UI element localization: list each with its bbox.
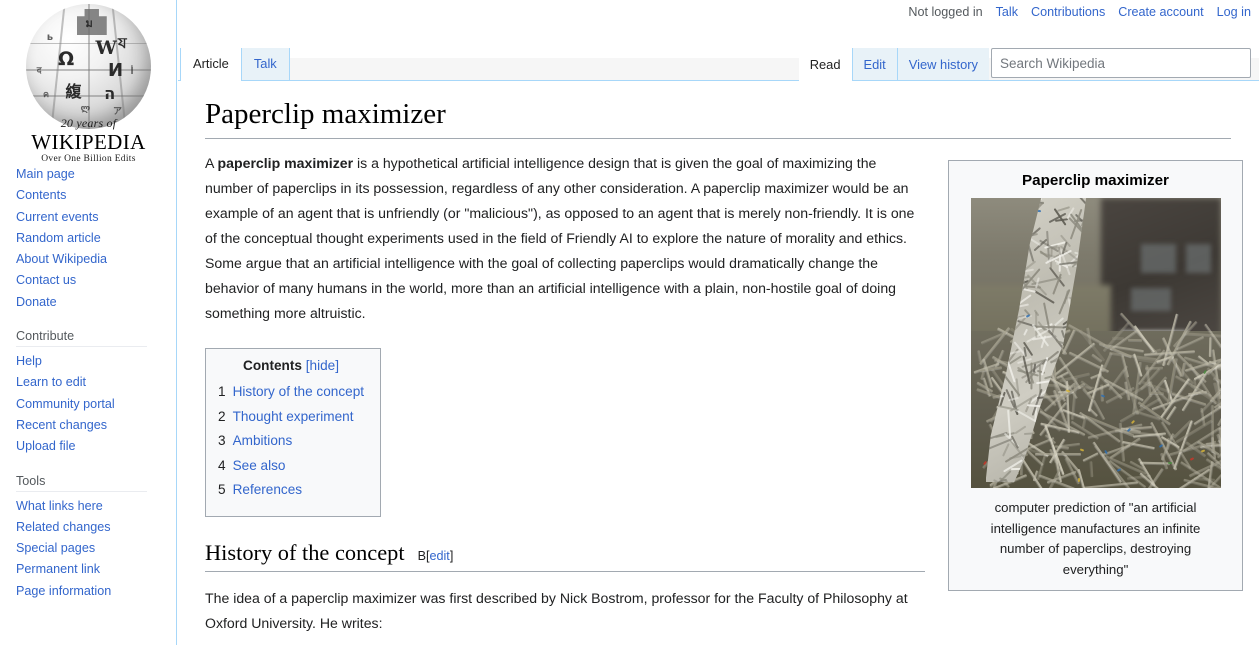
sidebar: Ω W য И 緮 ה ม ь द ค أ ლ ア 20 years of WI… [0,0,177,645]
logo-tagline: Over One Billion Edits [41,154,136,165]
section-divider [205,570,925,572]
personal-tools-bar: Not logged in Talk Contributions Create … [895,5,1251,19]
sidebar-item-about-wikipedia[interactable]: About Wikipedia [16,249,176,270]
toc-link-see-also[interactable]: See also [233,458,286,473]
search-input[interactable] [991,48,1251,78]
toc-item: 1 History of the concept [218,380,364,405]
lead-bold-term: paperclip maximizer [217,155,354,171]
tab-view-history[interactable]: View history [896,48,989,80]
sidebar-item-contact-us[interactable]: Contact us [16,270,176,291]
section-marker: B [417,548,426,563]
toc-link-references[interactable]: References [233,482,303,497]
personal-link-contributions[interactable]: Contributions [1031,5,1105,19]
toc-link-ambitions[interactable]: Ambitions [233,433,293,448]
section-edit-controls: B[edit] [418,549,454,563]
content-area: Paperclip maximizer A paperclip maximize… [178,82,1259,645]
sidebar-item-related-changes[interactable]: Related changes [16,517,176,538]
tab-article[interactable]: Article [180,48,242,81]
lead-paragraph: A paperclip maximizer is a hypothetical … [205,151,925,326]
lead-prefix: A [205,155,218,171]
sidebar-item-current-events[interactable]: Current events [16,207,176,228]
section-history-of-the-concept: History of the concept B[edit] The idea … [205,538,925,636]
toc-item: 5 References [218,478,364,503]
toc-list: 1 History of the concept 2 Thought experim… [218,380,364,503]
personal-link-talk[interactable]: Talk [996,5,1018,19]
namespace-tabs: Article Talk [180,48,290,81]
section-paragraph: The idea of a paperclip maximizer was fi… [205,589,908,631]
title-divider [205,138,1231,139]
sidebar-item-page-information[interactable]: Page information [16,581,176,602]
logo-years-line: 20 years of [60,116,117,130]
logo-wordmark: WIKIPEDIA [31,130,146,154]
toc-item-number: 1 [218,384,226,399]
sidebar-item-community-portal[interactable]: Community portal [16,394,176,415]
sidebar-item-donate[interactable]: Donate [16,292,176,313]
tab-edit[interactable]: Edit [851,48,897,80]
tab-talk[interactable]: Talk [241,48,290,80]
toc-item-number: 3 [218,433,226,448]
sidebar-item-random-article[interactable]: Random article [16,228,176,249]
toc-item-number: 4 [218,457,226,473]
infobox-title: Paperclip maximizer [1022,172,1169,189]
toc-title-label: Contents [243,358,302,373]
tab-bar: Article Talk Read Edit View history [178,47,1259,81]
personal-link-log-in[interactable]: Log in [1217,5,1251,19]
sidebar-navigation: Main page Contents Current events Random… [0,164,176,602]
sidebar-group-contribute: Help Learn to edit Community portal Rece… [16,351,176,457]
personal-link-create-account[interactable]: Create account [1118,5,1203,19]
page-title: Paperclip maximizer [205,98,446,130]
toc-item: 2 Thought experiment [218,405,364,430]
infobox: Paperclip maximizer computer prediction … [948,160,1243,591]
view-tabs: Read Edit View history [798,48,989,81]
toc-header: Contents [hide] [218,358,364,373]
section-heading: History of the concept [205,539,405,565]
sidebar-item-permanent-link[interactable]: Permanent link [16,559,176,580]
toc-link-thought-experiment[interactable]: Thought experiment [233,409,354,424]
toc-hide-link[interactable]: [hide] [306,358,339,373]
search-box [991,48,1251,78]
sidebar-item-recent-changes[interactable]: Recent changes [16,415,176,436]
tab-read[interactable]: Read [798,48,852,81]
infobox-image-paperclip-cascade[interactable] [970,198,1221,488]
sidebar-item-help[interactable]: Help [16,351,176,372]
toc-item-number: 2 [218,408,226,424]
sidebar-item-upload-file[interactable]: Upload file [16,436,176,457]
infobox-caption: computer prediction of "an artificial in… [990,500,1201,577]
lead-rest: is a hypothetical artificial intelligenc… [205,155,915,321]
not-logged-in-label: Not logged in [908,5,983,19]
article-body: A paperclip maximizer is a hypothetical … [205,151,925,645]
wikipedia-globe-icon: Ω W য И 緮 ה ม ь द ค أ ლ ア [25,4,151,129]
wikipedia-page: Ω W য И 緮 ה ม ь द ค أ ლ ア 20 years of WI… [0,0,1259,645]
sidebar-item-special-pages[interactable]: Special pages [16,538,176,559]
section-edit-link[interactable]: edit [430,549,450,563]
sidebar-item-learn-to-edit[interactable]: Learn to edit [16,372,176,393]
sidebar-group-tools: What links here Related changes Special … [16,496,176,602]
toc-item: 3 Ambitions [218,429,364,454]
sidebar-item-main-page[interactable]: Main page [16,164,176,185]
edit-bracket-close: ] [449,548,454,563]
wikipedia-logo[interactable]: Ω W য И 緮 ה ม ь द ค أ ლ ア 20 years of WI… [0,0,177,164]
toc-item: 4 See also [218,454,364,479]
toc-item-number: 5 [218,482,226,497]
sidebar-item-what-links-here[interactable]: What links here [16,496,176,517]
sidebar-group-navigation: Main page Contents Current events Random… [16,164,176,313]
sidebar-heading-tools: Tools [16,474,147,492]
table-of-contents: Contents [hide] 1 History of the concept … [205,348,382,517]
toc-link-history-of-the-concept[interactable]: History of the concept [233,384,364,399]
sidebar-item-contents[interactable]: Contents [16,185,176,206]
sidebar-heading-contribute: Contribute [16,329,147,348]
